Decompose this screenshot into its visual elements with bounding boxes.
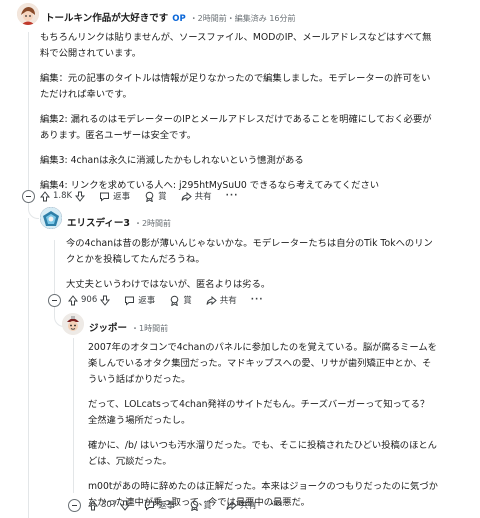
vote-count: 906	[81, 295, 98, 305]
upvote-icon[interactable]	[88, 499, 98, 511]
comment-body: もちろんリンクは貼りませんが、ソースファイル、MODのIP、メールアドレスなどは…	[40, 30, 432, 194]
username[interactable]: ジッポー	[89, 320, 127, 334]
op-badge: OP	[172, 14, 186, 24]
vote-count: 307	[101, 500, 118, 510]
reply-button[interactable]: 返事	[99, 190, 130, 202]
avatar[interactable]	[62, 313, 84, 335]
chat-bubble-icon	[145, 501, 155, 511]
share-icon	[181, 191, 192, 201]
timestamp: ・1時間前	[131, 324, 169, 333]
award-button[interactable]: 賞	[144, 190, 167, 202]
award-icon	[170, 295, 179, 306]
award-button[interactable]: 賞	[169, 294, 192, 306]
comment-paragraph: 編集3: 4chanは永久に消滅したかもしれないという憶測がある	[40, 155, 304, 166]
award-icon	[190, 500, 199, 511]
thread-line-op-continued	[28, 218, 29, 518]
avatar[interactable]	[17, 3, 39, 25]
avatar-character-icon	[40, 207, 62, 229]
upvote-icon[interactable]	[68, 294, 78, 306]
collapse-thread-button[interactable]	[48, 294, 61, 307]
avatar[interactable]	[40, 207, 62, 229]
username[interactable]: トールキン作品が大好きです	[45, 10, 168, 24]
vote-count: 1.8K	[53, 191, 73, 201]
username[interactable]: エリスディー3	[67, 215, 130, 229]
downvote-icon[interactable]	[75, 191, 86, 202]
more-options-button[interactable]: ···	[271, 500, 284, 510]
timestamp: ・2時間前	[133, 219, 172, 228]
comment-body: 今の4chanは昔の影が薄いんじゃないかな。モデレーターたちは自分のTik To…	[66, 236, 436, 293]
downvote-icon[interactable]	[100, 295, 111, 306]
thread-line-reply1	[54, 240, 55, 295]
more-options-button[interactable]: ···	[226, 191, 239, 201]
comment-paragraph: 2007年のオタコンで4chanのパネルに参加したのを覚えている。脳が腐るミーム…	[88, 342, 437, 385]
award-icon	[145, 191, 154, 202]
comment-actions: 906 返事 賞 共有 ···	[68, 292, 277, 308]
more-options-button[interactable]: ···	[251, 295, 264, 305]
collapse-thread-button[interactable]	[22, 190, 35, 203]
avatar-character-icon	[17, 3, 39, 25]
chat-bubble-icon	[100, 192, 110, 202]
comment-paragraph: だって、LOLcatsって4chan発祥のサイトだもん。チーズバーガーって知って…	[88, 399, 430, 426]
comment-paragraph: 大丈夫というわけではないが、匿名よりは劣る。	[66, 279, 271, 290]
avatar-character-icon	[62, 313, 84, 335]
vote-controls: 307	[88, 499, 131, 511]
share-icon	[206, 295, 217, 305]
chat-bubble-icon	[125, 296, 135, 306]
comment-paragraph: 編集：元の記事のタイトルは情報が足りなかったので編集しました。モデレーターの許可…	[40, 73, 431, 100]
award-button[interactable]: 賞	[189, 499, 212, 511]
thread-line-op	[28, 32, 29, 196]
share-button[interactable]: 共有	[181, 190, 212, 202]
comment-actions: 307 返事 賞 共有 ···	[88, 497, 297, 513]
comment-paragraph: 編集2: 漏れるのはモデレーターのIPとメールアドレスだけであることを明確にして…	[40, 114, 432, 141]
share-icon	[226, 500, 237, 510]
collapse-thread-button[interactable]	[68, 499, 81, 512]
vote-controls: 906	[68, 294, 111, 306]
comment-body: 2007年のオタコンで4chanのパネルに参加したのを覚えている。脳が腐るミーム…	[88, 340, 438, 511]
comment-paragraph: 確かに、/b/ はいつも汚水溜りだった。でも、そこに投稿されたひどい投稿のほとん…	[88, 440, 437, 467]
vote-controls: 1.8K	[40, 190, 86, 202]
share-button[interactable]: 共有	[206, 294, 237, 306]
thread-line-reply2	[73, 338, 74, 493]
comment-paragraph: 今の4chanは昔の影が薄いんじゃないかな。モデレーターたちは自分のTik To…	[66, 238, 433, 265]
reply-button[interactable]: 返事	[144, 499, 175, 511]
downvote-icon[interactable]	[120, 500, 131, 511]
share-button[interactable]: 共有	[226, 499, 257, 511]
comment-actions: 1.8K 返事 賞 共有 ···	[40, 188, 252, 204]
reply-button[interactable]: 返事	[124, 294, 155, 306]
upvote-icon[interactable]	[40, 190, 50, 202]
timestamp: ・2時間前・編集済み 16分前	[189, 14, 296, 23]
comment-paragraph: もちろんリンクは貼りませんが、ソースファイル、MODのIP、メールアドレスなどは…	[40, 32, 432, 59]
